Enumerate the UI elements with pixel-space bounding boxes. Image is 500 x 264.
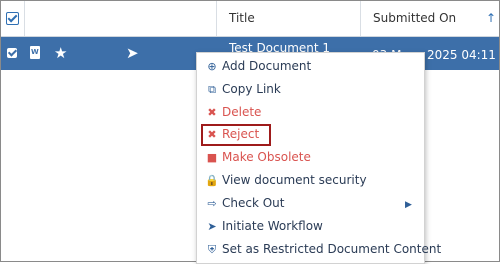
menu-item-set-restricted-content[interactable]: ⛨ Set as Restricted Document Content [205, 240, 441, 258]
folder-icon: ■ [206, 151, 218, 164]
column-header-title[interactable]: Title [229, 1, 255, 36]
column-separator [360, 1, 361, 36]
menu-item-label: Add Document [222, 59, 312, 73]
sort-ascending-icon[interactable]: ↑ [486, 1, 496, 36]
menu-item-add-document[interactable]: ⊕ Add Document [205, 57, 311, 75]
lock-icon: 🔒 [205, 174, 219, 187]
submenu-arrow-icon[interactable]: ▶ [405, 196, 412, 214]
menu-item-initiate-workflow[interactable]: ➤ Initiate Workflow [205, 217, 323, 235]
column-separator [24, 1, 25, 36]
copy-icon: ⧉ [208, 83, 216, 96]
column-header-submitted-on[interactable]: Submitted On [373, 1, 456, 36]
shield-icon: ⛨ [207, 243, 217, 256]
menu-item-label: Delete [222, 105, 262, 119]
menu-item-view-document-security[interactable]: 🔒 View document security [205, 171, 367, 189]
paper-plane-icon[interactable]: ➤ [126, 44, 139, 62]
row-checkbox[interactable] [7, 48, 17, 58]
menu-item-label: Set as Restricted Document Content [222, 242, 442, 256]
row-submitted-date-part: 2025 04:11 [427, 48, 496, 62]
reject-highlight-box [201, 124, 271, 146]
select-all-checkbox[interactable] [6, 12, 19, 25]
grid-header: Title Submitted On ↑ [1, 1, 499, 37]
column-separator [216, 1, 217, 36]
menu-item-label: Check Out [222, 196, 285, 210]
plus-circle-icon: ⊕ [207, 60, 217, 73]
menu-item-copy-link[interactable]: ⧉ Copy Link [205, 80, 281, 98]
context-menu: ⊕ Add Document ⧉ Copy Link ✖ Delete ✖ Reject… [196, 52, 441, 264]
menu-item-check-out[interactable]: ⇨ Check Out [205, 194, 284, 212]
menu-item-delete[interactable]: ✖ Delete [205, 103, 261, 121]
paper-plane-icon: ➤ [207, 220, 217, 233]
menu-item-label: Initiate Workflow [222, 219, 323, 233]
x-icon: ✖ [207, 106, 217, 119]
menu-item-label: Copy Link [222, 82, 281, 96]
star-icon[interactable]: ★ [54, 43, 67, 63]
menu-item-label: Make Obsolete [222, 150, 311, 164]
menu-item-make-obsolete[interactable]: ■ Make Obsolete [205, 148, 311, 166]
sign-out-icon: ⇨ [207, 197, 217, 210]
menu-item-label: View document security [222, 173, 367, 187]
word-document-icon: W [30, 46, 40, 59]
